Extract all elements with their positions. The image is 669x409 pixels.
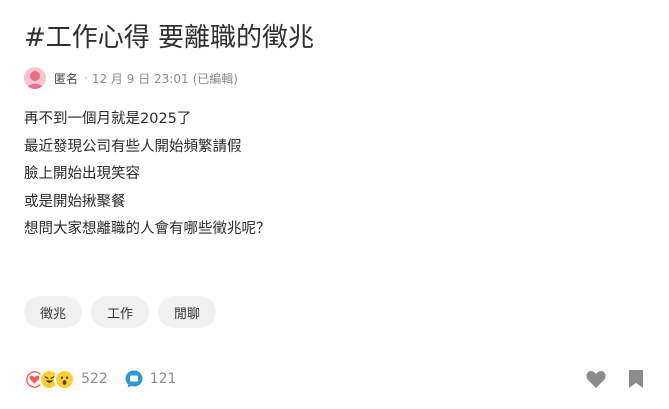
post-timestamp: 12 月 9 日 23:01 (91, 71, 189, 86)
body-line: 再不到一個月就是2025了 (24, 111, 192, 127)
comment-icon (125, 370, 143, 388)
body-line: 臉上開始出現笑容 (24, 166, 140, 182)
body-line: 或是開始揪聚餐 (24, 193, 126, 210)
person-icon (27, 71, 43, 89)
tag-chip[interactable]: 工作 (91, 296, 150, 328)
tag-chip[interactable]: 閒聊 (158, 296, 217, 328)
meta-separator: · (84, 71, 88, 85)
post-meta: 匿名 · 12 月 9 日 23:01 (已編輯) (24, 66, 238, 90)
body-line: 最近發現公司有些人開始頻繁請假 (24, 138, 242, 155)
reactions-summary[interactable]: 522 (24, 368, 108, 390)
bookmark-button[interactable] (627, 369, 645, 389)
comment-count: 121 (149, 371, 177, 387)
reaction-count: 522 (81, 371, 108, 387)
tag-list: 徵兆 工作 閒聊 (24, 296, 217, 328)
post-title: #工作心得 要離職的徵兆 (24, 23, 315, 53)
body-line: 想問大家想離職的人會有哪些徵兆呢？ (24, 221, 271, 237)
post-body: 再不到一個月就是2025了 最近發現公司有些人開始頻繁請假 臉上開始出現笑容 或… (24, 106, 271, 244)
comment-button[interactable]: 121 (124, 369, 177, 389)
tag-chip[interactable]: 徵兆 (24, 296, 83, 328)
post-footer: 522 121 (24, 366, 645, 392)
heart-icon (586, 371, 606, 388)
surprised-emoji-icon (54, 368, 75, 390)
post-actions (585, 369, 645, 389)
bookmark-icon (629, 370, 643, 388)
author-name[interactable]: 匿名 (54, 70, 78, 87)
avatar[interactable] (24, 67, 46, 89)
like-button[interactable] (585, 369, 607, 389)
edited-label: (已編輯) (192, 71, 238, 86)
